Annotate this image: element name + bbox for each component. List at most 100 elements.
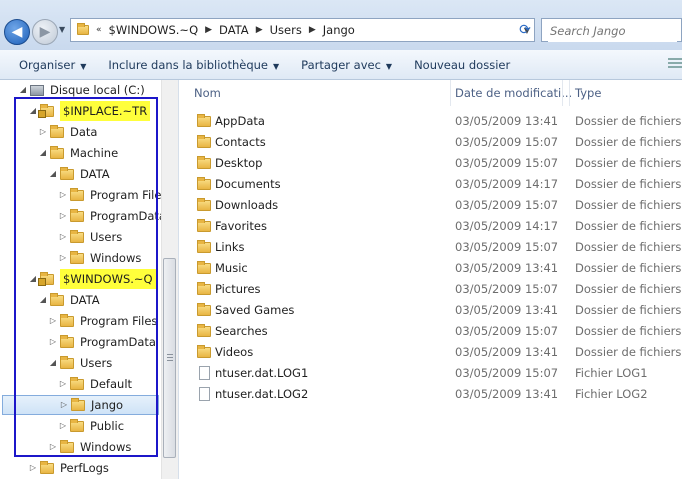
file-type: Dossier de fichiers: [575, 345, 682, 359]
file-type: Dossier de fichiers: [575, 177, 682, 191]
file-date: 03/05/2009 14:17: [455, 177, 559, 191]
folder-icon: [197, 177, 211, 190]
file-name: Links: [215, 240, 245, 254]
new-folder-label: Nouveau dossier: [414, 57, 511, 72]
organize-button[interactable]: Organiser ▼: [0, 58, 97, 72]
search-input[interactable]: [548, 20, 677, 42]
column-divider[interactable]: [450, 80, 451, 106]
nav-scrollbar[interactable]: [161, 80, 178, 479]
file-row[interactable]: Links 03/05/2009 15:07 Dossier de fichiers: [180, 237, 682, 258]
file-name: Documents: [215, 177, 281, 191]
file-row[interactable]: Favorites 03/05/2009 14:17 Dossier de fich…: [180, 216, 682, 237]
share-label: Partager avec: [301, 57, 381, 72]
command-bar: Organiser ▼ Inclure dans la bibliothèque ▼…: [0, 50, 682, 80]
folder-icon: [197, 135, 211, 148]
folder-icon: [197, 198, 211, 211]
refresh-icon[interactable]: ⟳: [512, 18, 538, 42]
column-header-type[interactable]: Type: [575, 80, 601, 106]
organize-label: Organiser: [19, 57, 76, 72]
breadcrumb-item[interactable]: Jango: [323, 23, 355, 37]
share-with-button[interactable]: Partager avec ▼: [290, 58, 403, 72]
file-type: Dossier de fichiers: [575, 219, 682, 233]
file-row[interactable]: Downloads 03/05/2009 15:07 Dossier de fich…: [180, 195, 682, 216]
file-date: 03/05/2009 13:41: [455, 303, 559, 317]
file-name: AppData: [215, 114, 265, 128]
file-row[interactable]: Music 03/05/2009 13:41 Dossier de fichiers: [180, 258, 682, 279]
breadcrumb-item[interactable]: $WINDOWS.~Q: [109, 23, 199, 37]
folder-icon: [197, 156, 211, 169]
forward-arrow-icon: ▶: [39, 24, 51, 40]
file-row[interactable]: ntuser.dat.LOG1 03/05/2009 15:07 Fichier L…: [180, 363, 682, 384]
file-date: 03/05/2009 13:41: [455, 114, 559, 128]
tree-item[interactable]: ▷ PerfLogs: [0, 458, 109, 478]
forward-button[interactable]: ▶: [32, 19, 58, 45]
tree-item-label: PerfLogs: [60, 461, 109, 475]
library-label: Inclure dans la bibliothèque: [108, 57, 268, 72]
file-row[interactable]: Saved Games 03/05/2009 13:41 Dossier de fi…: [180, 300, 682, 321]
include-in-library-button[interactable]: Inclure dans la bibliothèque ▼: [97, 58, 290, 72]
file-date: 03/05/2009 15:07: [455, 240, 559, 254]
file-date: 03/05/2009 15:07: [455, 324, 559, 338]
history-dropdown-icon[interactable]: ▼: [59, 25, 65, 34]
breadcrumb-item[interactable]: DATA: [219, 23, 249, 37]
file-date: 03/05/2009 13:41: [455, 261, 559, 275]
drive-icon: [30, 84, 44, 96]
file-date: 03/05/2009 15:07: [455, 135, 559, 149]
file-date: 03/05/2009 15:07: [455, 198, 559, 212]
address-bar[interactable]: « $WINDOWS.~Q ▶ DATA ▶ Users ▶ Jango ▼: [70, 18, 535, 42]
folder-icon: [197, 240, 211, 253]
folder-icon: [197, 324, 211, 337]
file-row[interactable]: Documents 03/05/2009 14:17 Dossier de fich…: [180, 174, 682, 195]
file-name: ntuser.dat.LOG1: [215, 366, 309, 380]
file-date: 03/05/2009 15:07: [455, 156, 559, 170]
file-type: Dossier de fichiers: [575, 240, 682, 254]
file-row[interactable]: Desktop 03/05/2009 15:07 Dossier de fichie…: [180, 153, 682, 174]
file-name: Music: [215, 261, 248, 275]
back-button[interactable]: ◀: [4, 19, 30, 45]
column-divider[interactable]: [562, 80, 563, 106]
caret-down-icon: ▼: [80, 61, 87, 71]
folder-icon: [77, 23, 89, 35]
file-date: 03/05/2009 13:41: [455, 345, 559, 359]
collapsed-arrow-icon[interactable]: ▷: [28, 458, 38, 478]
file-name: Searches: [215, 324, 268, 338]
chevron-right-icon[interactable]: ▶: [256, 25, 263, 35]
file-name: Desktop: [215, 156, 263, 170]
chevron-right-icon[interactable]: ▶: [205, 25, 212, 35]
column-header-date[interactable]: Date de modificati...: [455, 80, 572, 106]
file-row[interactable]: AppData 03/05/2009 13:41 Dossier de fichie…: [180, 111, 682, 132]
file-name: Saved Games: [215, 303, 295, 317]
grip-icon: [167, 354, 173, 361]
file-type: Dossier de fichiers: [575, 303, 682, 317]
new-folder-button[interactable]: Nouveau dossier: [403, 58, 521, 72]
breadcrumb-overflow[interactable]: «: [96, 25, 102, 35]
file-row[interactable]: Searches 03/05/2009 15:07 Dossier de fichi…: [180, 321, 682, 342]
folder-icon: [40, 460, 54, 474]
file-name: Favorites: [215, 219, 267, 233]
file-row[interactable]: Pictures 03/05/2009 15:07 Dossier de fichi…: [180, 279, 682, 300]
file-type: Dossier de fichiers: [575, 135, 682, 149]
file-type: Dossier de fichiers: [575, 324, 682, 338]
breadcrumb: « $WINDOWS.~Q ▶ DATA ▶ Users ▶ Jango: [71, 23, 520, 37]
file-icon: [199, 366, 210, 380]
scrollbar-thumb[interactable]: [163, 258, 176, 458]
folder-icon: [197, 345, 211, 358]
back-arrow-icon: ◀: [11, 24, 23, 40]
caret-down-icon: ▼: [385, 61, 393, 71]
file-type: Dossier de fichiers: [575, 156, 682, 170]
file-row[interactable]: Contacts 03/05/2009 15:07 Dossier de fichi…: [180, 132, 682, 153]
file-row[interactable]: Videos 03/05/2009 13:41 Dossier de fichier…: [180, 342, 682, 363]
file-name: ntuser.dat.LOG2: [215, 387, 309, 401]
file-date: 03/05/2009 14:17: [455, 219, 559, 233]
file-icon: [199, 387, 210, 401]
file-date: 03/05/2009 15:07: [455, 282, 559, 296]
column-divider[interactable]: [569, 80, 570, 106]
file-name: Downloads: [215, 198, 279, 212]
chevron-right-icon[interactable]: ▶: [309, 25, 316, 35]
breadcrumb-item[interactable]: Users: [270, 23, 302, 37]
file-row[interactable]: ntuser.dat.LOG2 03/05/2009 13:41 Fichier L…: [180, 384, 682, 405]
column-header-name[interactable]: Nom: [194, 80, 221, 106]
view-options-icon[interactable]: [668, 58, 682, 70]
search-box[interactable]: [541, 18, 682, 42]
folder-icon: [197, 282, 211, 295]
